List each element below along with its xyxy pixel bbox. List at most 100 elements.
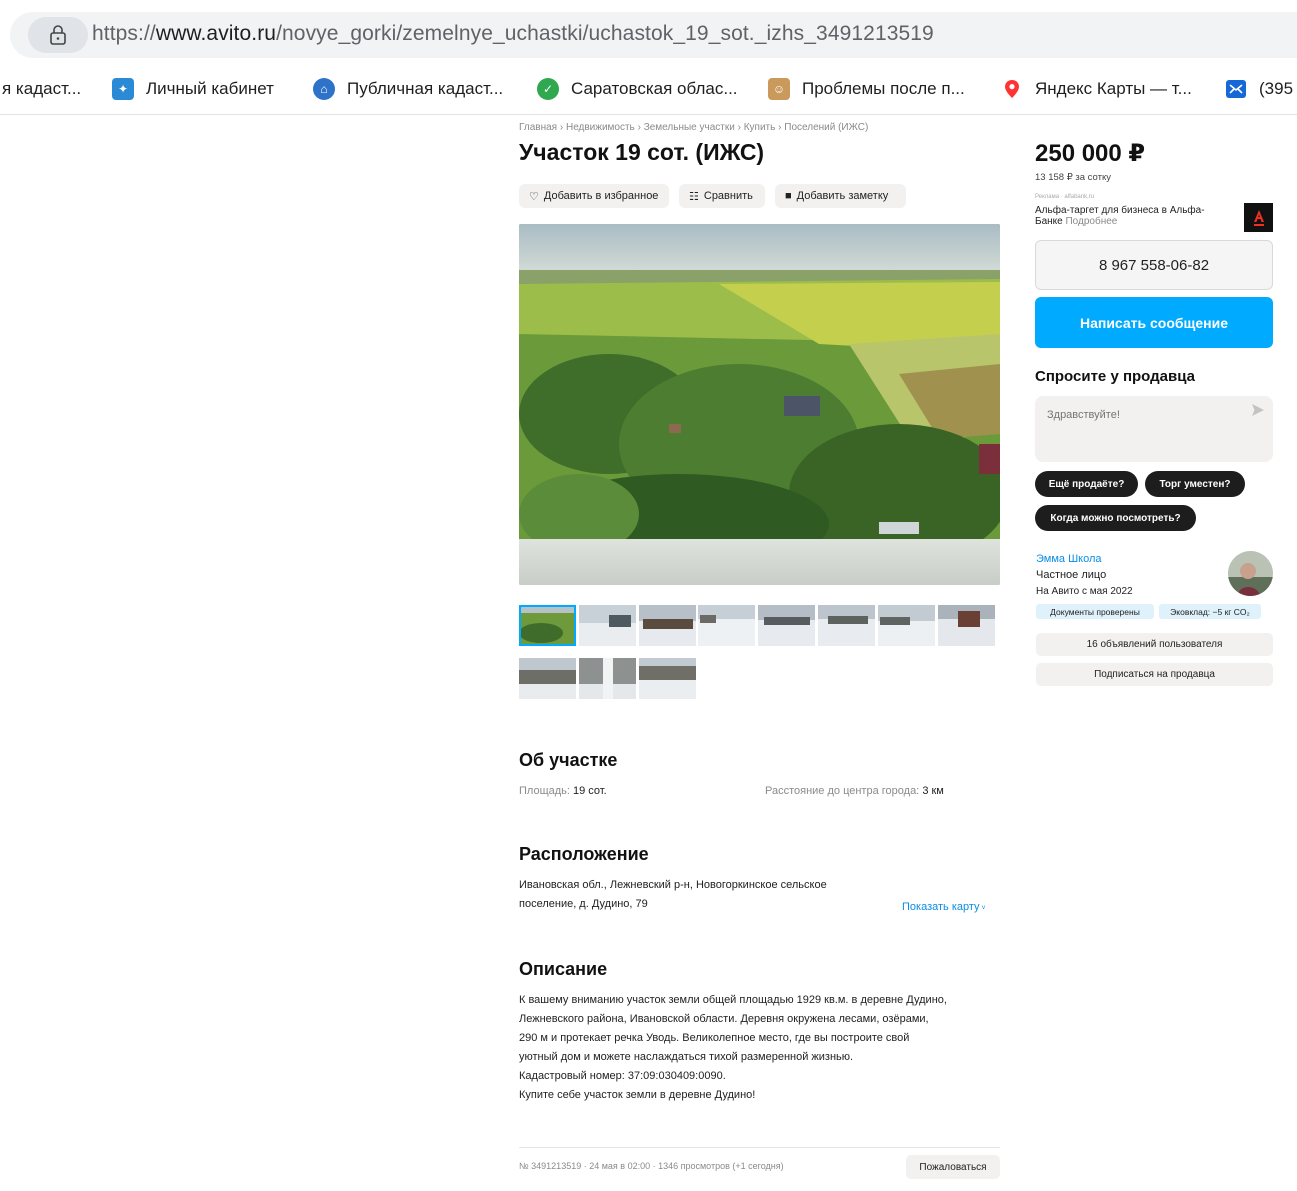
ask-seller-input[interactable] — [1047, 409, 1227, 421]
url-text[interactable]: https://www.avito.ru/novye_gorki/zemelny… — [92, 22, 934, 46]
description-line: Лежневского района, Ивановской области. … — [519, 1013, 929, 1025]
bookmark-yandex-maps[interactable]: Яндекс Карты — т... — [1001, 76, 1192, 102]
show-phone-button[interactable]: 8 967 558-06-82 — [1035, 240, 1273, 290]
description-line: 290 м и протекает речка Уводь. Великолеп… — [519, 1032, 910, 1044]
url-path: /novye_gorki/zemelnye_uchastki/uchastok_… — [276, 22, 934, 45]
house-icon: ⌂ — [313, 78, 335, 100]
report-button[interactable]: Пожаловаться — [906, 1155, 1000, 1179]
chevron-down-icon: ˅ — [979, 905, 986, 912]
site-info-button[interactable] — [28, 17, 88, 53]
ask-seller-heading: Спросите у продавца — [1035, 368, 1195, 385]
description-heading: Описание — [519, 959, 608, 979]
thumbnail-image — [639, 658, 696, 699]
compare-button[interactable]: ☷ Сравнить — [679, 184, 765, 208]
bookmark-saratov-region[interactable]: ✓ Саратовская облас... — [537, 76, 738, 102]
show-map-label: Показать карту — [902, 901, 980, 913]
heart-icon: ♡ — [529, 190, 539, 203]
thumbnail-image — [519, 605, 576, 646]
note-icon: ■ — [785, 190, 792, 202]
area-row: Площадь: 19 сот. — [519, 782, 607, 801]
thumbnail[interactable] — [639, 658, 696, 699]
compare-icon: ☷ — [689, 190, 699, 203]
breadcrumb-land-plots[interactable]: Земельные участки — [644, 122, 735, 133]
thumbnail[interactable] — [579, 605, 636, 646]
description-line: Купите себе участок земли в деревне Дуди… — [519, 1089, 756, 1101]
breadcrumb-separator: › — [778, 122, 782, 133]
avatar-icon: ☺ — [768, 78, 790, 100]
seller-since: На Авито с мая 2022 — [1036, 586, 1133, 597]
ad-banner[interactable]: Альфа-таргет для бизнеса в Альфа-Банке П… — [1035, 205, 1225, 227]
location-heading: Расположение — [519, 844, 649, 864]
bookmark-label: Публичная кадаст... — [347, 79, 504, 98]
bookmark-public-cadastral-map[interactable]: ⌂ Публичная кадаст... — [313, 76, 503, 102]
address-line-1: Ивановская обл., Лежневский р-н, Новогор… — [519, 879, 827, 891]
ad-label: Реклама · alfabank.ru — [1035, 194, 1095, 200]
send-icon[interactable] — [1250, 402, 1266, 418]
bookmark-personal-account[interactable]: ✦ Личный кабинет — [112, 76, 274, 102]
distance-label: Расстояние до центра города: — [765, 785, 920, 797]
rosreestr-icon: ✦ — [112, 78, 134, 100]
bookmark-label: Проблемы после п... — [802, 79, 965, 98]
breadcrumb-settlements[interactable]: Поселений (ИЖС) — [784, 122, 868, 133]
thumbnail[interactable] — [758, 605, 815, 646]
listing-meta: № 3491213519 · 24 мая в 02:00 · 1346 про… — [519, 1161, 784, 1171]
quick-question-bargain[interactable]: Торг уместен? — [1145, 471, 1245, 497]
seller-type: Частное лицо — [1036, 569, 1107, 581]
thumbnail[interactable] — [698, 605, 755, 646]
eco-contribution-badge: Эковклад: −5 кг CO₂ — [1159, 604, 1261, 619]
thumbnail-image — [579, 605, 636, 646]
price-per-sotka: 13 158 ₽ за сотку — [1035, 172, 1111, 183]
description-line: уютный дом и можете наслаждаться тихой р… — [519, 1051, 854, 1063]
thumbnail[interactable] — [818, 605, 875, 646]
chrome-separator — [0, 114, 1297, 115]
url-domain: www.avito.ru — [155, 22, 277, 45]
subscribe-seller-button[interactable]: Подписаться на продавца — [1036, 663, 1273, 686]
compare-label: Сравнить — [703, 190, 753, 202]
add-note-button[interactable]: ■ Добавить заметку — [775, 184, 906, 208]
thumbnail[interactable] — [639, 605, 696, 646]
lock-icon — [50, 25, 66, 45]
alfa-bank-logo-icon[interactable] — [1244, 203, 1273, 232]
breadcrumb-separator: › — [637, 122, 641, 133]
breadcrumb: Главная › Недвижимость › Земельные участ… — [519, 122, 868, 133]
thumbnail[interactable] — [938, 605, 995, 646]
bookmark-problems-after[interactable]: ☺ Проблемы после п... — [768, 76, 965, 102]
add-to-favorites-button[interactable]: ♡ Добавить в избранное — [519, 184, 669, 208]
thumbnail[interactable] — [579, 658, 636, 699]
bookmark-mail[interactable]: (395 — [1225, 76, 1293, 102]
thumbnail[interactable] — [519, 605, 576, 646]
thumbnail-image — [758, 605, 815, 646]
thumbnail-image — [938, 605, 995, 646]
write-message-button[interactable]: Написать сообщение — [1035, 297, 1273, 348]
bookmark-cadastral-1[interactable]: я кадаст... — [2, 76, 81, 102]
description-line: Кадастровый номер: 37:09:030409:0090. — [519, 1070, 726, 1082]
ask-seller-box — [1035, 396, 1273, 462]
breadcrumb-buy[interactable]: Купить — [744, 122, 776, 133]
main-photo[interactable] — [519, 224, 1000, 585]
thumbnail-image — [818, 605, 875, 646]
distance-row: Расстояние до центра города: 3 км — [765, 782, 944, 801]
bookmark-label: Саратовская облас... — [571, 79, 738, 98]
quick-question-still-selling[interactable]: Ещё продаёте? — [1035, 471, 1138, 497]
about-heading: Об участке — [519, 750, 618, 770]
show-map-link[interactable]: Показать карту ˅ — [902, 898, 986, 918]
area-label: Площадь: — [519, 785, 570, 797]
user-listings-button[interactable]: 16 объявлений пользователя — [1036, 633, 1273, 656]
breadcrumb-real-estate[interactable]: Недвижимость — [566, 122, 635, 133]
breadcrumb-home[interactable]: Главная — [519, 122, 557, 133]
avatar[interactable] — [1228, 551, 1273, 596]
ad-more-link[interactable]: Подробнее — [1065, 216, 1117, 227]
thumbnail-image — [698, 605, 755, 646]
area-value: 19 сот. — [573, 785, 607, 797]
breadcrumb-separator: › — [737, 122, 741, 133]
breadcrumb-separator: › — [559, 122, 564, 133]
window-top-strip — [0, 0, 1297, 10]
thumbnail[interactable] — [519, 658, 576, 699]
seller-photo — [1228, 551, 1273, 596]
quick-question-when-view[interactable]: Когда можно посмотреть? — [1035, 505, 1196, 531]
thumbnail[interactable] — [878, 605, 935, 646]
thumbnail-image — [519, 658, 576, 699]
address-line-2: поселение, д. Дудино, 79 — [519, 898, 648, 910]
description-line: К вашему вниманию участок земли общей пл… — [519, 994, 947, 1006]
seller-name-link[interactable]: Эмма Школа — [1036, 553, 1102, 565]
